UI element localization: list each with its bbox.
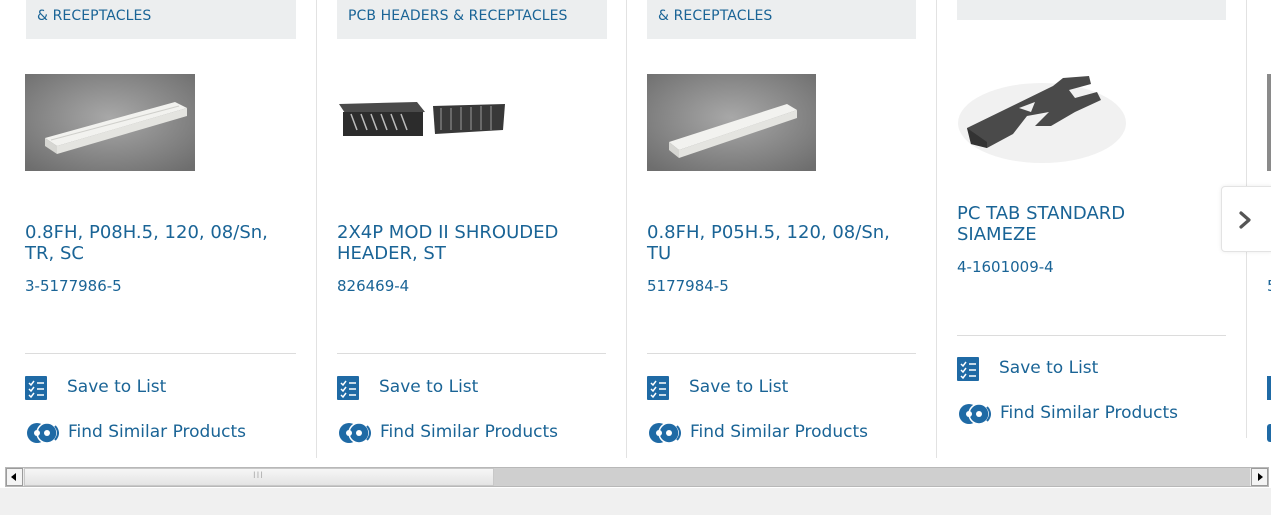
- save-to-list-button[interactable]: Save to List: [25, 376, 225, 400]
- save-to-list-button[interactable]: Save to List: [337, 376, 537, 400]
- find-similar-button[interactable]: Find Similar Products: [25, 421, 265, 445]
- similar-products-icon: [959, 403, 991, 425]
- category-label[interactable]: & RECEPTACLES: [647, 0, 916, 39]
- part-number-link[interactable]: 5177984-5: [647, 277, 729, 295]
- find-similar-button[interactable]: Find Similar Products: [647, 421, 887, 445]
- part-number-link[interactable]: 4-1601009-4: [957, 258, 1054, 276]
- horizontal-scrollbar[interactable]: III: [5, 467, 1269, 487]
- scroll-left-button[interactable]: [6, 468, 23, 486]
- find-similar-button[interactable]: [1267, 424, 1271, 442]
- scroll-left-arrow-icon: [11, 473, 16, 481]
- product-title-link[interactable]: 0.8FH, P05H.5, 120, 08/Sn, TU: [647, 222, 927, 264]
- product-card: & RECEPTACLES 0.8FH, P05H.5, 120, 08/Sn,…: [626, 0, 937, 458]
- scrollbar-grip: III: [253, 471, 264, 481]
- pc-tab-photo: [957, 68, 1127, 168]
- similar-products-icon: [27, 422, 59, 444]
- save-to-list-button[interactable]: Save to List: [647, 376, 847, 400]
- product-image[interactable]: [957, 68, 1127, 168]
- category-label[interactable]: & RECEPTACLES: [26, 0, 296, 39]
- product-title-link[interactable]: 0.8FH, P08H.5, 120, 08/Sn, TR, SC: [25, 222, 305, 264]
- part-number-link[interactable]: 826469-4: [337, 277, 409, 295]
- black-header-photo: [337, 90, 507, 150]
- scroll-right-button[interactable]: [1251, 468, 1268, 486]
- scrollbar-thumb[interactable]: III: [24, 468, 494, 486]
- find-similar-button[interactable]: Find Similar Products: [337, 421, 577, 445]
- checklist-icon: [337, 376, 359, 400]
- similar-products-icon: [649, 422, 681, 444]
- product-image[interactable]: [647, 74, 816, 171]
- scroll-right-arrow-icon: [1258, 473, 1263, 481]
- part-number-link[interactable]: 3-5177986-5: [25, 277, 122, 295]
- white-connector-photo: [647, 74, 816, 171]
- divider-line: [25, 353, 296, 354]
- product-image[interactable]: [25, 74, 195, 171]
- product-carousel: & RECEPTACLES 0.8FH, P08H.5, 120, 08/Sn,…: [0, 0, 1271, 458]
- category-label[interactable]: PCB HEADERS & RECEPTACLES: [337, 0, 607, 39]
- product-title-link[interactable]: 2X4P MOD II SHROUDED HEADER, ST: [337, 222, 617, 264]
- divider-line: [647, 353, 916, 354]
- product-card: PCB HEADERS & RECEPTACLES 2X4P MOD II SH…: [316, 0, 627, 458]
- page-footer-strip: [0, 488, 1271, 515]
- white-connector-photo: [25, 74, 195, 171]
- divider-line: [957, 335, 1226, 336]
- product-image[interactable]: [1267, 74, 1271, 171]
- product-title-link[interactable]: PC TAB STANDARD SIAMEZE: [957, 203, 1207, 245]
- carousel-next-button[interactable]: [1221, 186, 1271, 252]
- save-to-list-button[interactable]: [1267, 376, 1271, 400]
- category-label[interactable]: [957, 0, 1226, 20]
- similar-products-icon: [339, 422, 371, 444]
- checklist-icon: [647, 376, 669, 400]
- product-image[interactable]: [337, 90, 507, 150]
- part-number-link[interactable]: 5: [1267, 277, 1271, 295]
- divider-line: [337, 353, 606, 354]
- find-similar-button[interactable]: Find Similar Products: [957, 402, 1197, 426]
- save-to-list-button[interactable]: Save to List: [957, 357, 1157, 381]
- chevron-right-icon: [1239, 211, 1251, 229]
- checklist-icon: [957, 357, 979, 381]
- checklist-icon: [25, 376, 47, 400]
- scrollbar-track[interactable]: [494, 468, 1250, 486]
- product-card: PC TAB STANDARD SIAMEZE 4-1601009-4 Save …: [936, 0, 1247, 438]
- product-card: & RECEPTACLES 0.8FH, P08H.5, 120, 08/Sn,…: [0, 0, 317, 458]
